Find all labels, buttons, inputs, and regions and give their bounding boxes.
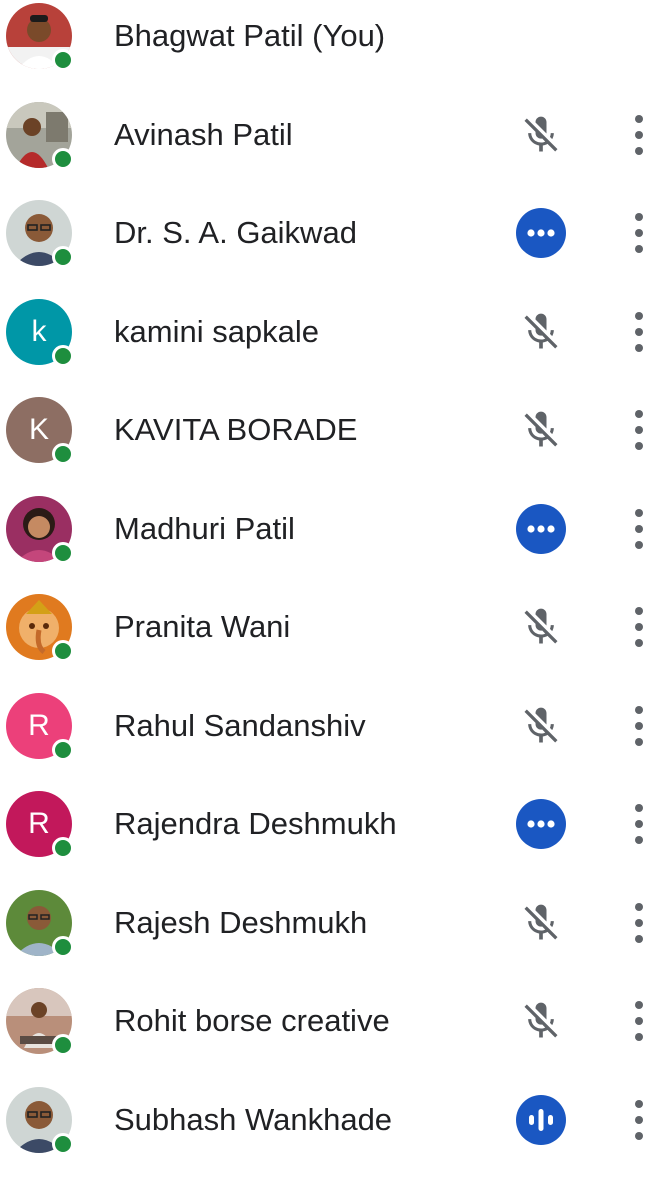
mic-off-icon — [516, 307, 566, 357]
participant-name: Pranita Wani — [114, 609, 291, 644]
more-vert-icon[interactable] — [622, 706, 647, 746]
participant-row[interactable]: Dr. S. A. Gaikwad — [0, 200, 647, 298]
participant-name: Rajendra Deshmukh — [114, 806, 397, 841]
more-horizontal-icon — [516, 799, 566, 849]
avatar-container — [6, 102, 74, 170]
avatar-container: k — [6, 299, 74, 367]
participant-name: Bhagwat Patil (You) — [114, 18, 386, 53]
mic-off-icon — [516, 898, 566, 948]
more-vert-icon[interactable] — [622, 1001, 647, 1041]
mic-off-icon — [516, 996, 566, 1046]
mic-off-icon — [516, 701, 566, 751]
participant-name: KAVITA BORADE — [114, 412, 358, 447]
more-vert-icon[interactable] — [622, 213, 647, 253]
participant-name: Dr. S. A. Gaikwad — [114, 215, 357, 250]
avatar-container — [6, 3, 74, 71]
online-indicator — [52, 246, 74, 268]
online-indicator — [52, 542, 74, 564]
participant-name: Subhash Wankhade — [114, 1102, 393, 1137]
participant-row[interactable]: Rajesh Deshmukh — [0, 890, 647, 988]
participant-row[interactable]: Madhuri Patil — [0, 496, 647, 594]
participant-name: Avinash Patil — [114, 117, 293, 152]
participant-name: Rajesh Deshmukh — [114, 905, 368, 940]
online-indicator — [52, 148, 74, 170]
avatar-container — [6, 1087, 74, 1155]
more-vert-icon[interactable] — [622, 312, 647, 352]
participant-row[interactable]: Bhagwat Patil (You) — [0, 3, 647, 101]
audio-speaking-icon — [516, 1095, 566, 1145]
avatar-container — [6, 594, 74, 662]
participant-row[interactable]: R Rahul Sandanshiv — [0, 693, 647, 791]
avatar-container — [6, 200, 74, 268]
avatar-container — [6, 890, 74, 958]
online-indicator — [52, 640, 74, 662]
avatar-container: K — [6, 397, 74, 465]
avatar-container — [6, 496, 74, 564]
online-indicator — [52, 443, 74, 465]
participant-name: kamini sapkale — [114, 314, 320, 349]
more-vert-icon[interactable] — [622, 903, 647, 943]
participant-row[interactable]: k kamini sapkale — [0, 299, 647, 397]
more-vert-icon[interactable] — [622, 509, 647, 549]
more-vert-icon[interactable] — [622, 115, 647, 155]
mic-off-icon — [516, 110, 566, 160]
mic-off-icon — [516, 602, 566, 652]
participant-name: Rohit borse creative — [114, 1003, 390, 1038]
participant-row[interactable]: Subhash Wankhade — [0, 1087, 647, 1185]
avatar-container: R — [6, 693, 74, 761]
participant-name: Rahul Sandanshiv — [114, 708, 366, 743]
online-indicator — [52, 1034, 74, 1056]
avatar-container: R — [6, 791, 74, 859]
more-vert-icon[interactable] — [622, 804, 647, 844]
online-indicator — [52, 1133, 74, 1155]
more-horizontal-icon — [516, 504, 566, 554]
online-indicator — [52, 837, 74, 859]
participant-row[interactable]: Avinash Patil — [0, 102, 647, 200]
mic-off-icon — [516, 405, 566, 455]
avatar-container — [6, 988, 74, 1056]
online-indicator — [52, 49, 74, 71]
participant-row[interactable]: R Rajendra Deshmukh — [0, 791, 647, 889]
participant-row[interactable]: Rohit borse creative — [0, 988, 647, 1086]
online-indicator — [52, 936, 74, 958]
participant-row[interactable]: K KAVITA BORADE — [0, 397, 647, 495]
online-indicator — [52, 345, 74, 367]
participant-row[interactable]: Pranita Wani — [0, 594, 647, 692]
more-vert-icon[interactable] — [622, 410, 647, 450]
more-vert-icon[interactable] — [622, 607, 647, 647]
online-indicator — [52, 739, 74, 761]
participant-name: Madhuri Patil — [114, 511, 295, 546]
more-vert-icon[interactable] — [622, 1100, 647, 1140]
more-horizontal-icon — [516, 208, 566, 258]
